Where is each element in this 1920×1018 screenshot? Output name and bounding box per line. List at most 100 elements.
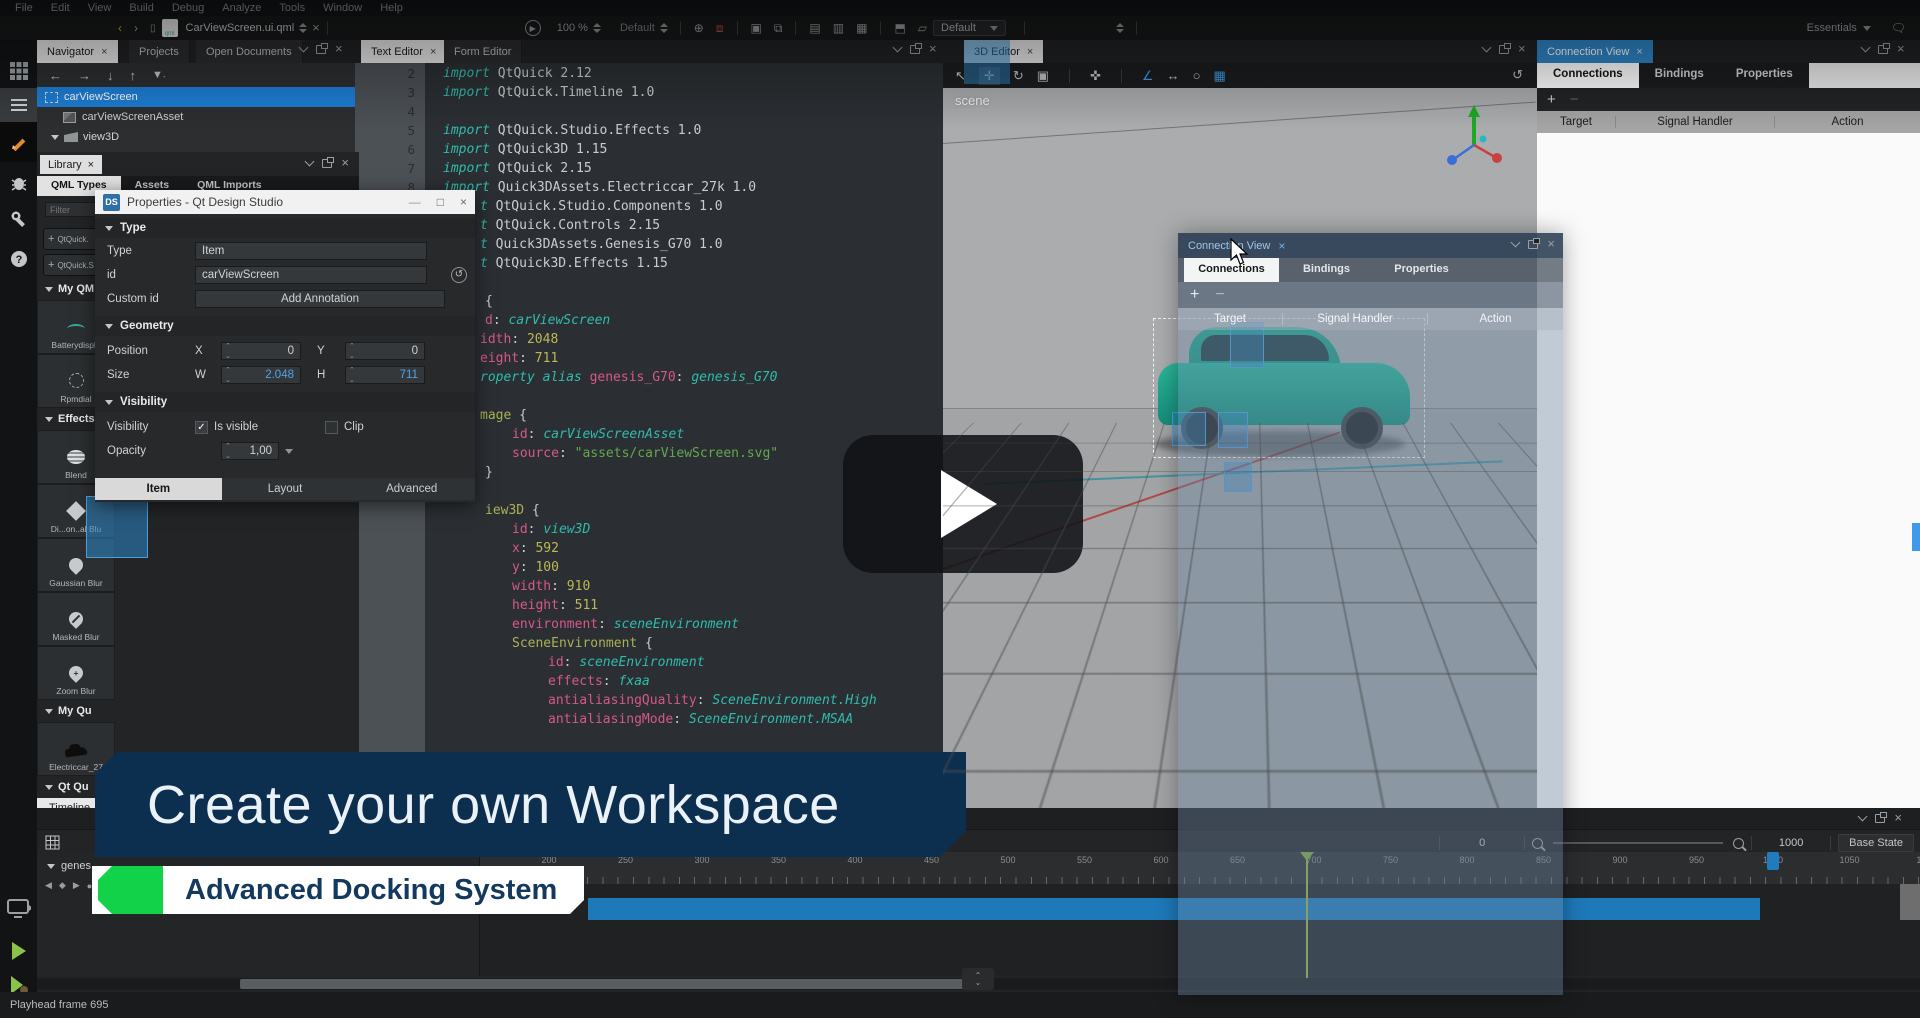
prev-keyframe-icon[interactable]: ◀ — [45, 880, 52, 891]
global-move-icon[interactable]: ↔ — [1167, 68, 1180, 83]
tab-properties[interactable]: Properties — [1720, 63, 1809, 88]
code-line[interactable]: import QtQuick3D 1.15 — [443, 142, 607, 157]
move-up-icon[interactable]: ↑ — [130, 68, 137, 83]
close-pane-icon[interactable]: × — [929, 44, 937, 54]
chevron-down-icon[interactable] — [305, 157, 315, 167]
document-name[interactable]: CarViewScreen.ui.qml — [186, 22, 295, 34]
code-line[interactable]: t Quick3DAssets.Genesis_G70 1.0 — [480, 237, 723, 252]
help-icon[interactable]: ? — [0, 242, 37, 276]
run-button[interactable] — [0, 934, 37, 968]
section-geometry[interactable]: Geometry — [95, 316, 475, 336]
code-line[interactable]: SceneEnvironment { — [512, 636, 653, 651]
float-pane-icon[interactable] — [322, 159, 332, 168]
edit-box-icon[interactable]: ▱ — [918, 21, 927, 35]
fit-view-icon[interactable]: ✜ — [1090, 68, 1101, 84]
float-pane-icon[interactable] — [1528, 240, 1538, 249]
tab-advanced[interactable]: Advanced — [348, 478, 475, 500]
rows-icon[interactable]: ▤ — [809, 21, 820, 35]
code-line[interactable]: import QtQuick.Studio.Effects 1.0 — [443, 123, 701, 138]
add-connection-button[interactable]: + — [1547, 91, 1556, 108]
timeline-zoom-slider[interactable] — [1553, 842, 1723, 844]
tab-open-documents[interactable]: Open Documents — [196, 40, 303, 63]
layout-square-icon[interactable]: ▣ — [751, 21, 762, 35]
minimize-icon[interactable]: — — [409, 195, 421, 209]
code-line[interactable]: import Quick3DAssets.Electriccar_27k 1.0 — [443, 180, 756, 195]
orientation-icon[interactable]: ∠ — [1142, 68, 1154, 84]
menu-item[interactable]: Tools — [270, 2, 314, 14]
split-spinner-icon[interactable] — [1116, 23, 1124, 33]
column-action[interactable]: Action — [1775, 116, 1920, 128]
timeline-duration-bar[interactable] — [588, 898, 1760, 920]
grid-icon[interactable]: ▦ — [856, 21, 867, 35]
chevron-down-icon[interactable] — [1861, 43, 1871, 53]
close-icon[interactable]: × — [101, 46, 107, 58]
navigator-item-carviewscreen[interactable]: carViewScreen — [37, 87, 355, 107]
dock-icon[interactable]: ⬒ — [894, 21, 905, 35]
timeline-scroll-nub[interactable] — [1900, 884, 1920, 920]
section-visibility[interactable]: Visibility — [95, 392, 475, 412]
code-line[interactable]: idth: 2048 — [480, 332, 558, 347]
design-mode-icon[interactable] — [0, 122, 37, 162]
code-line[interactable]: import QtQuick 2.12 — [443, 66, 592, 81]
code-line[interactable]: id: sceneEnvironment — [548, 655, 705, 670]
record-icon[interactable]: ● — [87, 881, 92, 891]
is-visible-checkbox[interactable]: ✓Is visible — [195, 421, 258, 434]
end-frame-field[interactable]: 1000 — [1759, 837, 1823, 849]
list-icon[interactable]: ▥ — [833, 21, 844, 35]
code-line[interactable]: y: 100 — [512, 560, 559, 575]
close-pane-icon[interactable]: × — [1518, 44, 1526, 54]
filter-icon[interactable]: ▼˖ — [152, 69, 166, 81]
code-line[interactable]: import QtQuick.Timeline 1.0 — [443, 85, 654, 100]
code-line[interactable]: source: "assets/carViewScreen.svg" — [512, 446, 778, 461]
tab-form-editor[interactable]: Form Editor — [444, 40, 522, 63]
edit-mode-icon[interactable] — [0, 88, 37, 122]
tab-connection-view[interactable]: Connection View× — [1537, 40, 1654, 63]
chevron-down-icon[interactable] — [1482, 43, 1492, 53]
code-line[interactable]: eight: 711 — [480, 351, 558, 366]
video-play-button[interactable] — [843, 435, 1083, 573]
code-line[interactable]: id: view3D — [512, 522, 590, 537]
column-target[interactable]: Target — [1178, 313, 1283, 325]
next-keyframe-icon[interactable]: ▶ — [73, 880, 80, 891]
add-connection-button[interactable]: + — [1190, 286, 1199, 304]
close-pane-icon[interactable]: × — [1894, 813, 1902, 823]
code-line[interactable]: environment: sceneEnvironment — [512, 617, 739, 632]
menu-item[interactable]: File — [6, 2, 42, 14]
navigator-item-carviewscreenasset[interactable]: carViewScreenAsset — [37, 107, 355, 127]
add-annotation-button[interactable]: Add Annotation — [195, 290, 445, 308]
axis-gizmo[interactable] — [1439, 101, 1509, 171]
menu-item[interactable]: Help — [371, 2, 412, 14]
zoom-level[interactable]: 100 % — [557, 22, 588, 34]
library-item[interactable]: Masked Blur — [37, 592, 115, 646]
float-pane-icon[interactable] — [910, 45, 920, 54]
expander-icon[interactable] — [47, 864, 55, 869]
remove-connection-button[interactable]: − — [1570, 91, 1579, 108]
size-w-field[interactable]: 2.048 — [221, 366, 301, 384]
scale-tool-icon[interactable]: ▣ — [1037, 68, 1049, 84]
column-action[interactable]: Action — [1428, 313, 1563, 325]
close-pane-icon[interactable]: × — [341, 158, 349, 168]
close-icon[interactable]: × — [1636, 46, 1642, 58]
close-icon[interactable]: × — [1278, 239, 1285, 253]
column-signal-handler[interactable]: Signal Handler — [1616, 116, 1775, 128]
code-line[interactable]: mage { — [480, 408, 527, 423]
floating-panel-titlebar[interactable]: Connection View × × — [1178, 233, 1563, 258]
timeline-settings-icon[interactable] — [45, 835, 61, 851]
code-line[interactable]: x: 592 — [512, 541, 559, 556]
base-state-button[interactable]: Base State — [1838, 834, 1914, 852]
preset-left[interactable]: Default — [620, 22, 655, 34]
style-select[interactable]: Default — [933, 20, 1006, 36]
properties-dialog[interactable]: DS Properties - Qt Design Studio — □ × T… — [95, 190, 475, 502]
remove-connection-button[interactable]: − — [1215, 286, 1224, 304]
menu-item[interactable]: Analyze — [213, 2, 270, 14]
library-item[interactable]: Zoom Blur — [37, 646, 115, 700]
splitter-handle[interactable]: ⌃⌄ — [962, 968, 994, 990]
position-x-field[interactable]: 0 — [221, 342, 301, 360]
tab-item[interactable]: Item — [95, 478, 222, 500]
code-line[interactable]: t QtQuick.Controls 2.15 — [480, 218, 660, 233]
menu-item[interactable]: Build — [120, 2, 162, 14]
lock-icon[interactable]: ▯ — [150, 23, 156, 34]
projects-mode-icon[interactable] — [0, 202, 37, 236]
chevron-down-icon[interactable] — [1511, 238, 1521, 248]
reset-view-icon[interactable]: ↺ — [1512, 67, 1523, 83]
